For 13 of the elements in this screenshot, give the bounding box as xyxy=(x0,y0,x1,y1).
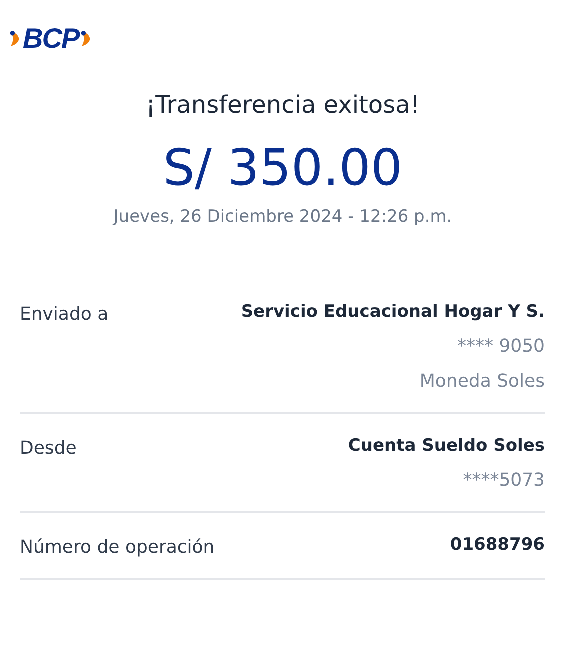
detail-label: Número de operación xyxy=(20,536,215,560)
detail-label: Enviado a xyxy=(20,303,109,327)
detail-value: Servicio Educacional Hogar Y S. xyxy=(241,301,545,324)
detail-value: Moneda Soles xyxy=(420,370,545,394)
success-title: ¡Transferencia exitosa! xyxy=(145,90,421,120)
amount: S/ 350.00 xyxy=(162,140,404,196)
detail-value: ****5073 xyxy=(463,469,545,493)
date-time: Jueves, 26 Diciembre 2024 - 12:26 p.m. xyxy=(112,206,454,228)
detail-value: 01688796 xyxy=(450,534,545,557)
detail-label: Desde xyxy=(20,437,77,461)
detail-value: Cuenta Sueldo Soles xyxy=(348,435,545,458)
bcp-logo: BCP xyxy=(9,24,94,54)
detail-value: **** 9050 xyxy=(457,335,545,359)
